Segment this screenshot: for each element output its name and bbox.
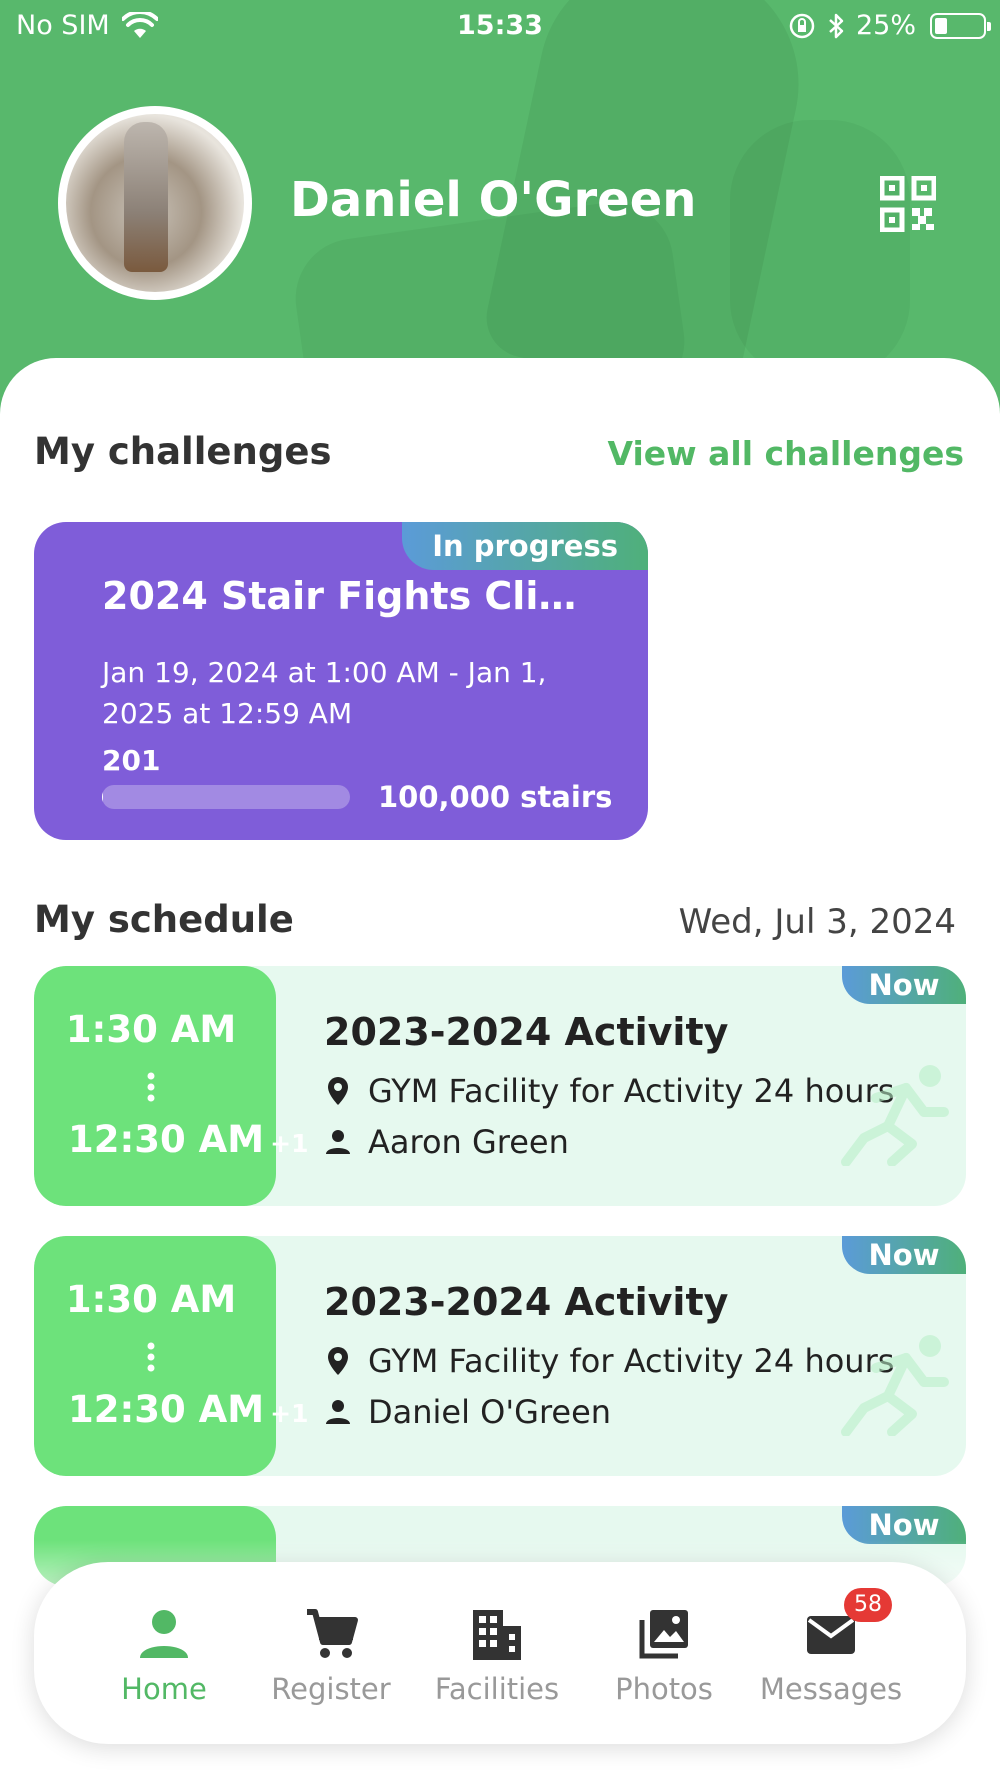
activity-title: 2023-2024 Activity: [324, 1010, 729, 1054]
person-icon: [326, 1130, 350, 1154]
challenge-progress-bar: [102, 785, 350, 809]
person-name: Aaron Green: [368, 1123, 569, 1161]
person-name: Daniel O'Green: [368, 1393, 612, 1431]
bluetooth-icon: [829, 13, 844, 38]
now-badge: Now: [842, 1236, 966, 1274]
home-screen: No SIM 15:33 25% Daniel O'Green My chall…: [0, 0, 1000, 1778]
more-vertical-icon: [147, 1072, 155, 1102]
schedule-heading: My schedule: [34, 898, 294, 941]
bottom-tab-bar: Home Register Facilities Photos 58 Messa…: [34, 1562, 966, 1744]
challenge-status-badge: In progress: [402, 522, 648, 570]
location-text: GYM Facility for Activity 24 hours: [368, 1072, 895, 1110]
challenges-heading: My challenges: [34, 430, 332, 473]
tab-messages[interactable]: 58 Messages: [756, 1588, 906, 1706]
photos-icon: [639, 1610, 688, 1659]
orientation-lock-icon: [789, 13, 815, 38]
tab-label: Home: [121, 1672, 207, 1706]
location-text: GYM Facility for Activity 24 hours: [368, 1342, 895, 1380]
location-pin-icon: [328, 1347, 348, 1375]
time-block: 1:30 AM 12:30 AM +1: [34, 966, 308, 1206]
schedule-card[interactable]: 1:30 AM 12:30 AM +1 Now 2023-2024 Activit…: [34, 966, 966, 1206]
tab-photos[interactable]: Photos: [589, 1606, 739, 1706]
building-icon: [473, 1610, 521, 1660]
schedule-date: Wed, Jul 3, 2024: [678, 902, 956, 942]
tab-register[interactable]: Register: [256, 1606, 406, 1706]
tab-label: Photos: [615, 1672, 713, 1706]
end-day-offset: +1: [270, 1399, 309, 1428]
profile-name: Daniel O'Green: [290, 172, 697, 228]
battery-icon: [930, 12, 991, 39]
tab-label: Messages: [759, 1672, 903, 1706]
time-block: 1:30 AM 12:30 AM +1: [34, 1236, 308, 1476]
now-badge: Now: [842, 1506, 966, 1544]
schedule-card[interactable]: 1:30 AM 12:30 AM +1 Now 2023-2024 Activit…: [34, 1236, 966, 1476]
cart-icon: [307, 1609, 358, 1658]
start-time: 1:30 AM: [65, 1278, 237, 1321]
battery-percent: 25%: [855, 10, 916, 41]
end-day-offset: +1: [270, 1129, 309, 1158]
challenge-dates: Jan 19, 2024 at 1:00 AM - Jan 1, 2025 at…: [102, 656, 547, 730]
activity-person: Aaron Green: [324, 1123, 569, 1161]
challenge-current-count: 201: [102, 744, 161, 777]
profile-header: No SIM 15:33 25% Daniel O'Green: [0, 0, 1000, 420]
tab-home[interactable]: Home: [89, 1606, 239, 1706]
activity-location: GYM Facility for Activity 24 hours: [324, 1342, 894, 1380]
tab-facilities[interactable]: Facilities: [422, 1606, 572, 1706]
activity-person: Daniel O'Green: [324, 1393, 611, 1431]
unread-count-badge: 58: [844, 1588, 892, 1622]
avatar[interactable]: [58, 106, 252, 300]
end-time: 12:30 AM +1: [68, 1388, 308, 1431]
activity-location: GYM Facility for Activity 24 hours: [324, 1072, 894, 1110]
more-vertical-icon: [147, 1342, 155, 1372]
challenge-title: 2024 Stair Fights Climb…: [102, 574, 592, 618]
location-pin-icon: [328, 1077, 348, 1105]
tab-label: Facilities: [434, 1672, 560, 1706]
person-icon: [140, 1610, 188, 1658]
person-icon: [326, 1400, 350, 1424]
avatar-photo: [66, 114, 244, 292]
qr-code-icon[interactable]: [880, 176, 936, 232]
end-time: 12:30 AM +1: [68, 1118, 308, 1161]
tab-label: Register: [271, 1672, 391, 1706]
activity-title: 2023-2024 Activity: [324, 1280, 729, 1324]
runner-icon: [841, 1335, 949, 1436]
now-badge: Now: [842, 966, 966, 1004]
status-bar: No SIM 15:33 25%: [0, 0, 1000, 52]
runner-icon: [841, 1065, 949, 1166]
view-all-challenges-link[interactable]: View all challenges: [608, 434, 964, 473]
end-time-value: 12:30 AM: [68, 1118, 265, 1161]
end-time-value: 12:30 AM: [68, 1388, 265, 1431]
challenge-goal: 100,000 stairs: [378, 780, 613, 814]
start-time: 1:30 AM: [65, 1008, 237, 1051]
challenge-card[interactable]: In progress 2024 Stair Fights Climb… Jan…: [34, 522, 648, 840]
